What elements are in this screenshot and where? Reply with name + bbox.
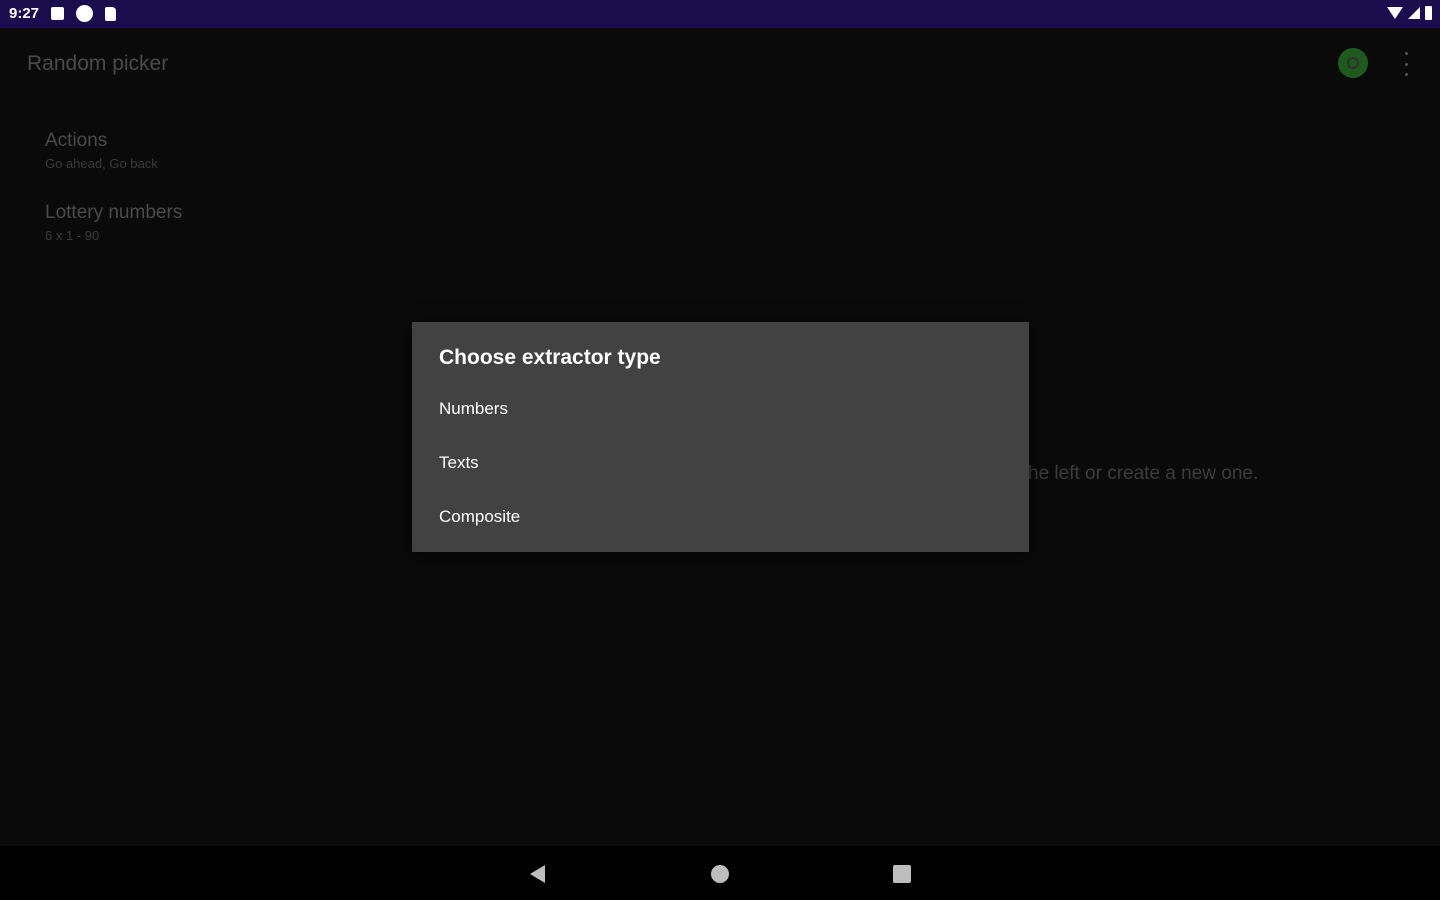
- option-numbers[interactable]: Numbers: [439, 394, 999, 424]
- status-right: [1387, 6, 1432, 20]
- recents-icon[interactable]: [893, 865, 911, 883]
- menu-dot: [1404, 73, 1408, 76]
- sd-card-icon: [105, 6, 117, 21]
- option-composite[interactable]: Composite: [439, 502, 999, 532]
- list-item-title: Lottery numbers: [45, 202, 183, 223]
- battery-icon: [1425, 6, 1432, 20]
- status-left: 9:27: [9, 5, 117, 22]
- extractor-type-dialog: Choose extractor type Numbers Texts Comp…: [412, 322, 1029, 552]
- dialog-title: Choose extractor type: [439, 346, 661, 369]
- option-texts[interactable]: Texts: [439, 448, 999, 478]
- list-item-subtitle: Go ahead, Go back: [45, 156, 158, 171]
- avatar-icon[interactable]: [1338, 48, 1368, 78]
- empty-state-hint: he left or create a new one.: [1028, 463, 1259, 484]
- list-item-lottery-numbers[interactable]: Lottery numbers 6 x 1 - 90: [45, 202, 182, 243]
- notification-icon: [51, 7, 65, 20]
- navigation-bar: [0, 846, 1440, 900]
- back-icon[interactable]: [530, 865, 545, 883]
- home-icon[interactable]: [711, 865, 729, 883]
- list-item-actions[interactable]: Actions Go ahead, Go back: [45, 130, 158, 171]
- menu-dot: [1404, 52, 1408, 55]
- status-time: 9:27: [9, 5, 40, 22]
- menu-dot: [1404, 62, 1408, 66]
- signal-icon: [1408, 7, 1420, 19]
- status-bar: 9:27: [0, 0, 1440, 28]
- screen: 9:27 Random picker Actions Go ahead, Go …: [0, 0, 1440, 900]
- list-item-title: Actions: [45, 130, 108, 151]
- wifi-icon: [1387, 7, 1403, 19]
- app-title: Random picker: [27, 52, 169, 75]
- list-item-subtitle: 6 x 1 - 90: [45, 228, 100, 243]
- more-vert-icon[interactable]: [1400, 52, 1412, 76]
- app-badge-icon: [76, 5, 94, 22]
